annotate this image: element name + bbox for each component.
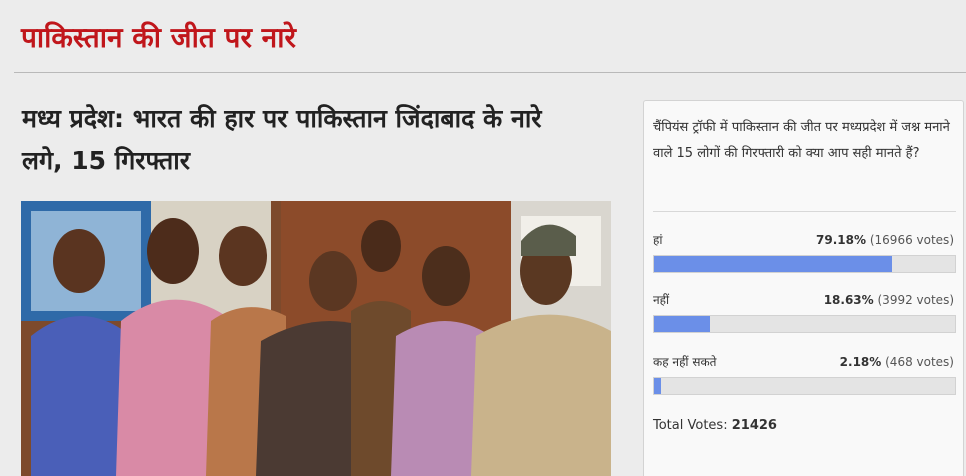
poll-question: चैंपियंस ट्रॉफी में पाकिस्तान की जीत पर … xyxy=(653,120,950,161)
poll-option-bar-fill xyxy=(654,378,661,394)
poll-option-stats: 18.63% (3992 votes) xyxy=(824,291,954,309)
poll-option[interactable]: नहीं 18.63% (3992 votes) xyxy=(653,291,956,345)
poll-option-label: नहीं xyxy=(653,293,670,307)
page: पाकिस्तान की जीत पर नारे मध्य प्रदेश: भा… xyxy=(0,0,966,476)
poll-divider xyxy=(653,211,956,212)
poll-total-label: Total Votes: xyxy=(653,418,728,433)
poll-option-percent: 79.18% xyxy=(816,233,867,247)
poll-option-bar xyxy=(653,377,956,395)
poll-option-bar-fill xyxy=(654,256,893,272)
poll-option-percent: 18.63% xyxy=(823,293,874,307)
article-photo[interactable] xyxy=(21,201,611,476)
article-photo-illustration xyxy=(21,201,611,476)
poll-option[interactable]: हां 79.18% (16966 votes) xyxy=(653,231,956,285)
article-headline[interactable]: मध्य प्रदेश: भारत की हार पर पाकिस्तान जि… xyxy=(22,98,542,182)
poll-option-votes: (16966 votes) xyxy=(869,233,954,247)
poll-option-stats: 2.18% (468 votes) xyxy=(840,353,954,371)
section-divider xyxy=(14,72,966,73)
poll-option-percent: 2.18% xyxy=(839,355,882,369)
poll-option-stats: 79.18% (16966 votes) xyxy=(816,231,954,249)
poll-option-bar xyxy=(653,315,956,333)
poll-option-label: हां xyxy=(653,233,663,247)
poll-option-label: कह नहीं सकते xyxy=(653,355,717,369)
poll-option-votes: (3992 votes) xyxy=(877,293,955,307)
opinion-poll: चैंपियंस ट्रॉफी में पाकिस्तान की जीत पर … xyxy=(643,100,964,476)
poll-total-value: 21426 xyxy=(731,418,777,433)
poll-option-bar-fill xyxy=(654,316,711,332)
poll-total: Total Votes: 21426 xyxy=(653,417,777,435)
poll-option[interactable]: कह नहीं सकते 2.18% (468 votes) xyxy=(653,353,956,407)
poll-option-votes: (468 votes) xyxy=(885,355,954,369)
poll-option-bar xyxy=(653,255,956,273)
section-title: पाकिस्तान की जीत पर नारे xyxy=(21,21,296,54)
